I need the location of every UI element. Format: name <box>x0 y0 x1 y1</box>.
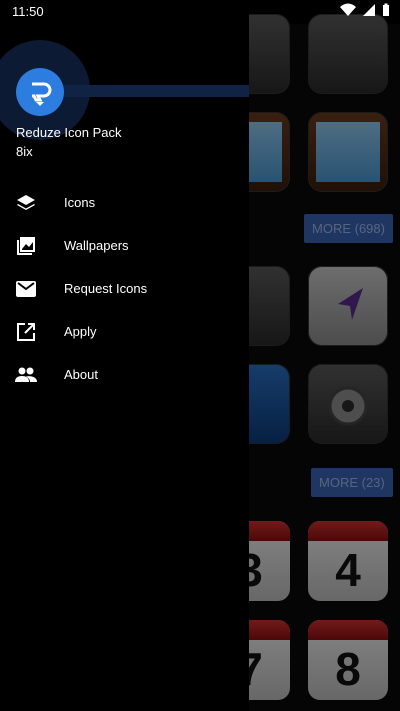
layers-icon <box>15 192 37 214</box>
navigation-drawer: Reduze Icon Pack 8ix Icons Wallpapers Re… <box>0 0 249 711</box>
menu-item-label: Request Icons <box>64 281 148 296</box>
menu-item-icons[interactable]: Icons <box>0 181 249 224</box>
menu-item-label: Wallpapers <box>64 238 129 253</box>
menu-item-label: About <box>64 367 98 382</box>
menu-item-apply[interactable]: Apply <box>0 310 249 353</box>
header-bar <box>60 85 249 97</box>
menu-item-label: Icons <box>64 195 96 210</box>
status-time: 11:50 <box>12 4 44 19</box>
app-name: Reduze Icon Pack <box>16 125 122 140</box>
reduze-logo-icon <box>32 82 52 106</box>
app-author: 8ix <box>16 144 33 159</box>
menu-item-request-icons[interactable]: Request Icons <box>0 267 249 310</box>
open-external-icon <box>15 321 37 343</box>
wifi-icon <box>340 3 356 16</box>
status-bar: 11:50 <box>0 0 400 24</box>
menu-item-label: Apply <box>64 324 97 339</box>
app-logo <box>16 68 64 116</box>
people-icon <box>15 364 37 386</box>
battery-icon <box>383 3 389 16</box>
status-icons <box>340 3 390 17</box>
drawer-menu: Icons Wallpapers Request Icons Apply Abo… <box>0 181 249 396</box>
mail-icon <box>15 278 37 300</box>
image-icon <box>15 235 37 257</box>
signal-icon <box>363 4 375 16</box>
menu-item-about[interactable]: About <box>0 353 249 396</box>
menu-item-wallpapers[interactable]: Wallpapers <box>0 224 249 267</box>
